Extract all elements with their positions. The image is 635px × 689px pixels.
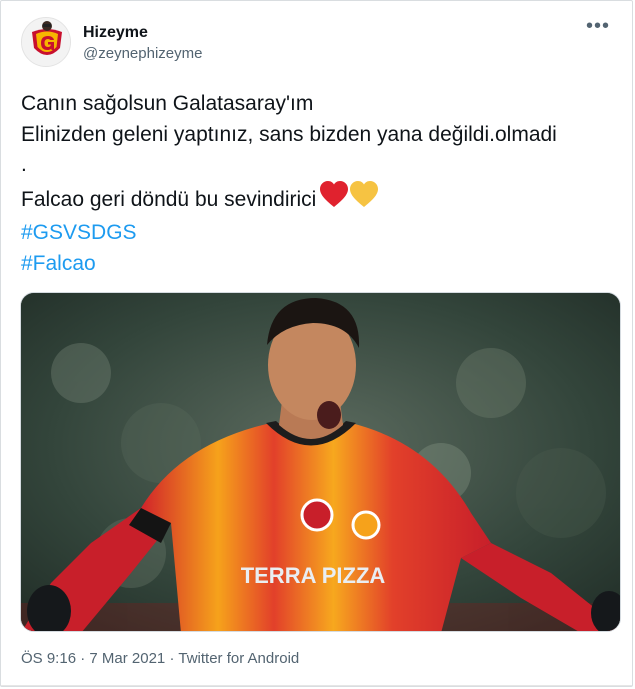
tweet-photo[interactable]: TERRA PIZZA bbox=[20, 292, 621, 632]
author-names: Hizeyme @zeynephizeyme bbox=[83, 23, 202, 64]
user-handle[interactable]: @zeynephizeyme bbox=[83, 44, 202, 64]
tweet-line-4-text: Falcao geri döndü bu sevindirici bbox=[21, 187, 317, 211]
more-options-icon[interactable]: ••• bbox=[584, 16, 612, 41]
avatar[interactable] bbox=[21, 17, 71, 67]
tweet-source[interactable]: Twitter for Android bbox=[178, 650, 299, 667]
tweet-date[interactable]: 7 Mar 2021 bbox=[89, 650, 165, 667]
photo-falcao-celebrating-icon: TERRA PIZZA bbox=[21, 293, 620, 631]
emoji-group bbox=[320, 180, 379, 219]
red-heart-icon bbox=[320, 180, 349, 207]
tweet-header: Hizeyme @zeynephizeyme ••• bbox=[21, 16, 612, 73]
display-name[interactable]: Hizeyme bbox=[83, 23, 202, 43]
meta-separator-2: · bbox=[169, 650, 175, 667]
yellow-heart-icon bbox=[350, 180, 379, 207]
tweet-text: Canın sağolsun Galatasaray'ım Elinizden … bbox=[21, 89, 620, 279]
hearts-emoji-icon bbox=[320, 180, 379, 207]
tweet-line-1: Canın sağolsun Galatasaray'ım bbox=[21, 92, 314, 115]
divider bbox=[1, 685, 632, 686]
tweet-line-3: . bbox=[21, 153, 27, 176]
meta-separator-1: · bbox=[80, 650, 86, 667]
shirt-sponsor-text: TERRA PIZZA bbox=[241, 563, 386, 588]
hashtag-gsvsdgs[interactable]: #GSVSDGS bbox=[21, 218, 620, 249]
tweet-line-4: Falcao geri döndü bu sevindirici bbox=[21, 180, 620, 219]
tweet-time[interactable]: ÖS 9:16 bbox=[21, 650, 76, 667]
tweet-line-2: Elinizden geleni yaptınız, sans bizden y… bbox=[21, 122, 557, 146]
tweet-meta: ÖS 9:16 · 7 Mar 2021 · Twitter for Andro… bbox=[21, 650, 299, 667]
galatasaray-crest-icon bbox=[22, 18, 70, 66]
tweet-card: Hizeyme @zeynephizeyme ••• Canın sağolsu… bbox=[0, 0, 633, 687]
hashtag-falcao[interactable]: #Falcao bbox=[21, 249, 620, 280]
